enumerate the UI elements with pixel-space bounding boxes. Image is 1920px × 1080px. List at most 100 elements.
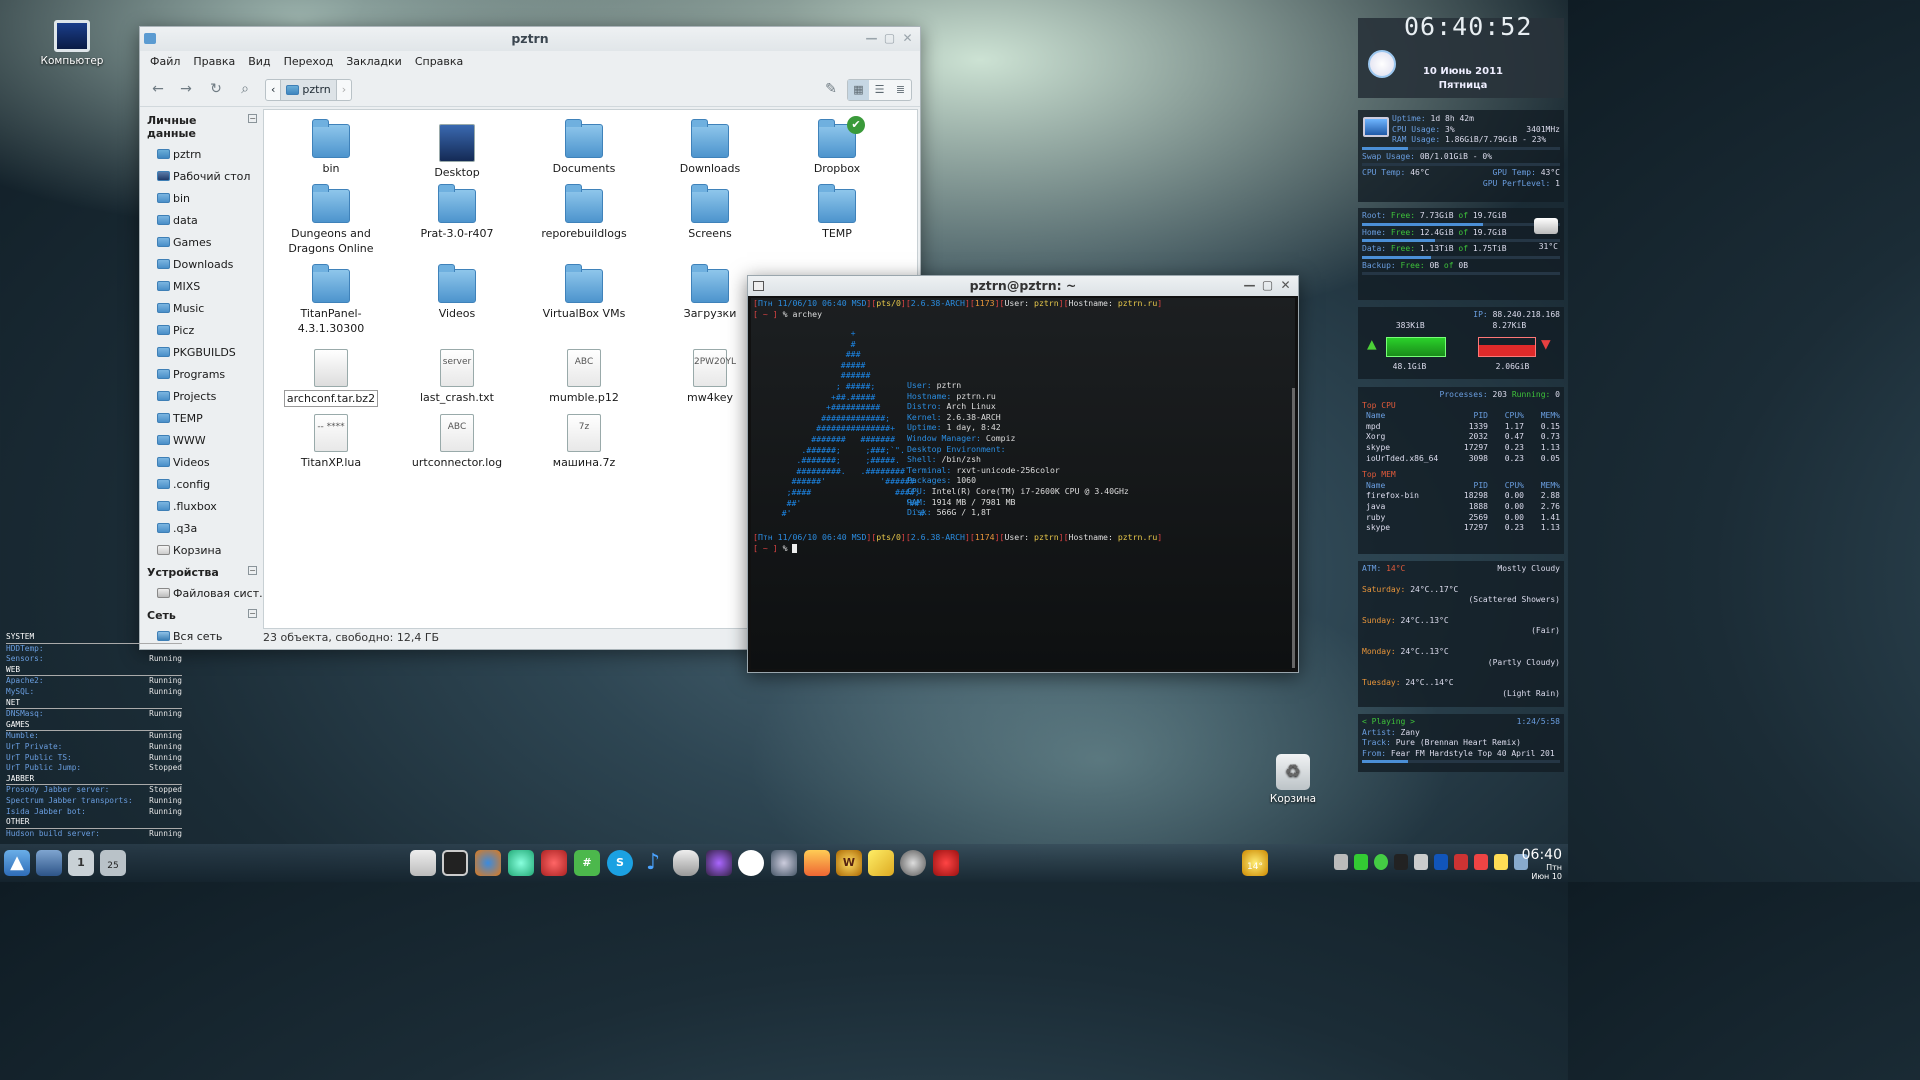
- edit-icon[interactable]: ✎: [822, 80, 840, 98]
- menu-item-1[interactable]: Правка: [193, 55, 235, 68]
- file-item[interactable]: TitanPanel-4.3.1.30300: [281, 264, 381, 336]
- menu-item-4[interactable]: Закладки: [346, 55, 402, 68]
- firefox-icon[interactable]: [475, 850, 501, 876]
- window-titlebar[interactable]: pztrn — ▢ ✕: [140, 27, 920, 51]
- im-client-icon[interactable]: [541, 850, 567, 876]
- sidebar-header-devices[interactable]: Устройства −: [140, 561, 263, 582]
- sidebar-item[interactable]: Videos: [140, 451, 263, 473]
- hashtag-irc-icon[interactable]: #: [574, 850, 600, 876]
- game-rocket-icon[interactable]: [804, 850, 830, 876]
- terminal-output[interactable]: [Птн 11/06/10 06:40 MSD][pts/0][2.6.38-A…: [751, 298, 1295, 669]
- game-ut-icon[interactable]: [738, 850, 764, 876]
- desktop-pager-icon[interactable]: 1: [68, 850, 94, 876]
- computer-desktop-icon[interactable]: Компьютер: [32, 20, 112, 67]
- steam-icon[interactable]: [900, 850, 926, 876]
- file-item[interactable]: 2PW20YL mw4key: [660, 349, 760, 405]
- file-manager-launcher-icon[interactable]: [410, 850, 436, 876]
- game-swirl-icon[interactable]: [771, 850, 797, 876]
- file-item[interactable]: VirtualBox VMs: [534, 264, 634, 321]
- trash-desktop-icon[interactable]: ♻ Корзина: [1253, 754, 1333, 805]
- minimize-icon[interactable]: —: [1243, 279, 1256, 292]
- icon-view-button[interactable]: ▦: [848, 80, 869, 100]
- sidebar-item[interactable]: Programs: [140, 363, 263, 385]
- search-icon[interactable]: ⌕: [236, 80, 254, 98]
- wow-icon[interactable]: W: [836, 850, 862, 876]
- file-item[interactable]: Videos: [407, 264, 507, 321]
- collapse-icon[interactable]: −: [248, 609, 257, 618]
- sidebar-item[interactable]: TEMP: [140, 407, 263, 429]
- sidebar-item[interactable]: Файловая сист...: [140, 582, 263, 604]
- dropbox-icon[interactable]: [1394, 854, 1408, 870]
- sidebar-item[interactable]: Корзина: [140, 539, 263, 561]
- collapse-icon[interactable]: −: [248, 114, 257, 123]
- file-item[interactable]: -- **** TitanXP.lua: [281, 414, 381, 470]
- app-menu-icon[interactable]: ▲: [4, 850, 30, 876]
- sidebar-item[interactable]: .fluxbox: [140, 495, 263, 517]
- file-item[interactable]: Dropbox ✔: [787, 116, 887, 176]
- sidebar-item[interactable]: pztrn: [140, 143, 263, 165]
- terminal-titlebar[interactable]: pztrn@pztrn: ~ — ▢ ✕: [748, 276, 1298, 296]
- sidebar-item[interactable]: Projects: [140, 385, 263, 407]
- file-item[interactable]: Prat-3.0-r407: [407, 184, 507, 241]
- sidebar-item[interactable]: Downloads: [140, 253, 263, 275]
- menu-item-2[interactable]: Вид: [248, 55, 270, 68]
- terminal-launcher-icon[interactable]: [442, 850, 468, 876]
- file-item[interactable]: Screens: [660, 184, 760, 241]
- close-icon[interactable]: ✕: [901, 32, 914, 45]
- reload-icon[interactable]: ↻: [207, 80, 225, 98]
- app-tray-icon[interactable]: [1474, 854, 1488, 870]
- sidebar-item[interactable]: PKGBUILDS: [140, 341, 263, 363]
- detail-view-button[interactable]: ≣: [890, 80, 911, 100]
- show-desktop-icon[interactable]: [36, 850, 62, 876]
- file-item[interactable]: TEMP: [787, 184, 887, 241]
- clipboard-icon[interactable]: [1494, 854, 1508, 870]
- bluetooth-icon[interactable]: [1434, 854, 1448, 870]
- file-item[interactable]: 7z машина.7z: [534, 414, 634, 470]
- keyboard-layout-icon[interactable]: [1454, 854, 1468, 870]
- maximize-icon[interactable]: ▢: [883, 32, 896, 45]
- collapse-icon[interactable]: −: [248, 566, 257, 575]
- status-dot-icon[interactable]: [1374, 854, 1388, 870]
- check-icon[interactable]: [1354, 854, 1368, 870]
- file-item[interactable]: Dungeons and Dragons Online: [281, 184, 381, 256]
- usb-icon[interactable]: [1414, 854, 1428, 870]
- menu-item-0[interactable]: Файл: [150, 55, 180, 68]
- forward-arrow-icon[interactable]: →: [177, 80, 195, 98]
- file-item[interactable]: Загрузки: [660, 264, 760, 321]
- printer-icon[interactable]: [1334, 854, 1348, 870]
- feather-icon[interactable]: [868, 850, 894, 876]
- sidebar-item[interactable]: Рабочий стол: [140, 165, 263, 187]
- sidebar-item[interactable]: Music: [140, 297, 263, 319]
- back-arrow-icon[interactable]: ←: [149, 80, 167, 98]
- sidebar-header-network[interactable]: Сеть −: [140, 604, 263, 625]
- music-note-icon[interactable]: ♪: [640, 850, 666, 876]
- list-view-button[interactable]: ☰: [869, 80, 890, 100]
- close-icon[interactable]: ✕: [1279, 279, 1292, 292]
- terminal-scrollbar[interactable]: [1292, 388, 1295, 668]
- file-item[interactable]: Downloads: [660, 119, 760, 176]
- file-item[interactable]: archconf.tar.bz2: [281, 349, 381, 407]
- skype-icon[interactable]: S: [607, 850, 633, 876]
- sidebar-item[interactable]: Games: [140, 231, 263, 253]
- sidebar-item[interactable]: .q3a: [140, 517, 263, 539]
- breadcrumb-left-arrow[interactable]: ‹: [266, 80, 280, 100]
- maximize-icon[interactable]: ▢: [1261, 279, 1274, 292]
- sidebar-item[interactable]: Picz: [140, 319, 263, 341]
- sidebar-header-personal[interactable]: Личные данные −: [140, 109, 263, 143]
- file-item[interactable]: Documents: [534, 119, 634, 176]
- mouse-icon[interactable]: [673, 850, 699, 876]
- mumble-icon[interactable]: [706, 850, 732, 876]
- file-item[interactable]: reporebuildlogs: [534, 184, 634, 241]
- sidebar-item[interactable]: MIXS: [140, 275, 263, 297]
- minimize-icon[interactable]: —: [865, 32, 878, 45]
- file-item[interactable]: ABC urtconnector.log: [407, 414, 507, 470]
- taskbar-clock[interactable]: 06:40 Птн Июн 10: [1522, 847, 1562, 881]
- file-item[interactable]: Desktop: [407, 124, 507, 180]
- menu-item-3[interactable]: Переход: [284, 55, 334, 68]
- file-item[interactable]: server last_crash.txt: [407, 349, 507, 405]
- breadcrumb-right-arrow[interactable]: ›: [337, 80, 351, 100]
- red-game-icon[interactable]: [933, 850, 959, 876]
- task-badge-icon[interactable]: 25: [100, 850, 126, 876]
- sidebar-item[interactable]: WWW: [140, 429, 263, 451]
- sidebar-item[interactable]: bin: [140, 187, 263, 209]
